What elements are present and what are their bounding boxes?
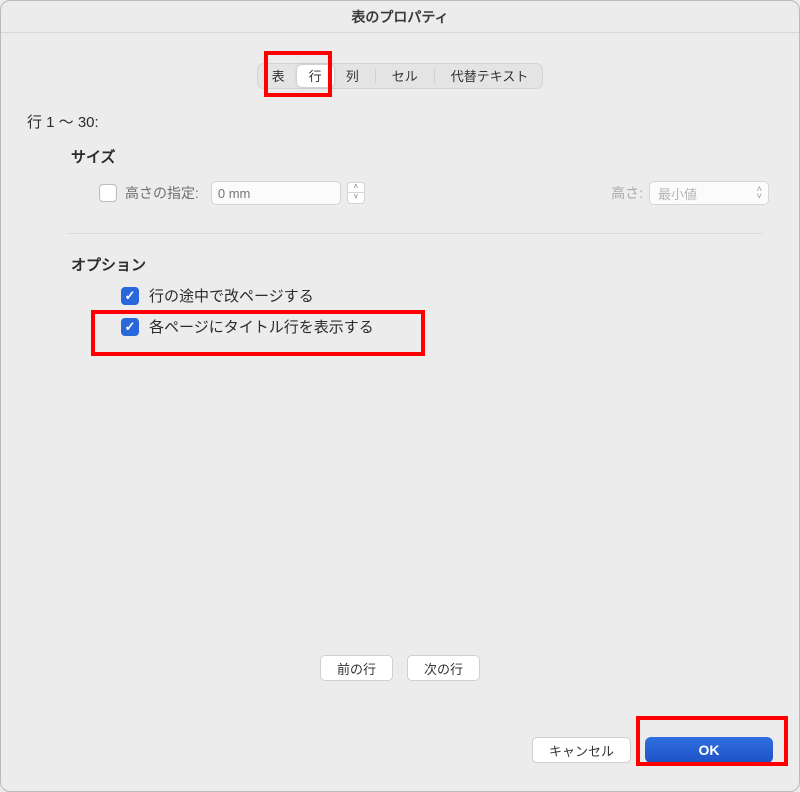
select-height-mode[interactable]: 最小値 ˄˅ [649, 181, 769, 205]
section-title-size: サイズ [71, 146, 779, 167]
table-properties-dialog: 表のプロパティ 表 行 列 セル 代替テキスト 行 1 〜 30: サイズ 高さ… [0, 0, 800, 792]
content-area: 行 1 〜 30: サイズ 高さの指定: ˄ ˅ 高さ: 最小値 ˄˅ オプショ… [21, 105, 779, 701]
label-specify-height: 高さの指定: [125, 183, 199, 203]
height-input[interactable] [212, 186, 340, 201]
checkbox-specify-height[interactable] [99, 184, 117, 202]
tab-table[interactable]: 表 [260, 65, 297, 87]
tabs: 表 行 列 セル 代替テキスト [257, 63, 544, 89]
cancel-button[interactable]: キャンセル [532, 737, 631, 763]
row-nav-buttons: 前の行 次の行 [1, 655, 799, 681]
chevron-updown-icon: ˄˅ [757, 186, 762, 200]
section-divider [67, 233, 763, 234]
dialog-title: 表のプロパティ [1, 1, 799, 33]
section-title-options: オプション [71, 254, 779, 275]
tab-separator [434, 69, 435, 83]
tab-alt-text[interactable]: 代替テキスト [439, 65, 541, 87]
row-range-label: 行 1 〜 30: [27, 111, 773, 132]
select-height-mode-value: 最小値 [658, 184, 697, 203]
height-stepper[interactable]: ˄ ˅ [347, 182, 365, 204]
ok-button[interactable]: OK [645, 737, 773, 763]
tab-column[interactable]: 列 [334, 65, 371, 87]
footer-buttons: キャンセル OK [532, 737, 773, 763]
checkbox-break-row[interactable] [121, 287, 139, 305]
label-break-row: 行の途中で改ページする [149, 285, 314, 306]
tab-separator [375, 69, 376, 83]
tab-row[interactable]: 行 [297, 65, 334, 87]
tab-cell[interactable]: セル [380, 65, 430, 87]
label-repeat-header: 各ページにタイトル行を表示する [149, 316, 374, 337]
tabs-row: 表 行 列 セル 代替テキスト [1, 63, 799, 89]
option-repeat-header: 各ページにタイトル行を表示する [121, 316, 779, 337]
prev-row-button[interactable]: 前の行 [320, 655, 393, 681]
size-row: 高さの指定: ˄ ˅ 高さ: 最小値 ˄˅ [99, 181, 769, 205]
height-mode-group: 高さ: 最小値 ˄˅ [611, 181, 769, 205]
label-height-mode: 高さ: [611, 183, 643, 203]
next-row-button[interactable]: 次の行 [407, 655, 480, 681]
checkbox-repeat-header[interactable] [121, 318, 139, 336]
option-break-row: 行の途中で改ページする [121, 285, 779, 306]
height-input-group [211, 181, 341, 205]
stepper-down-icon[interactable]: ˅ [347, 193, 365, 204]
